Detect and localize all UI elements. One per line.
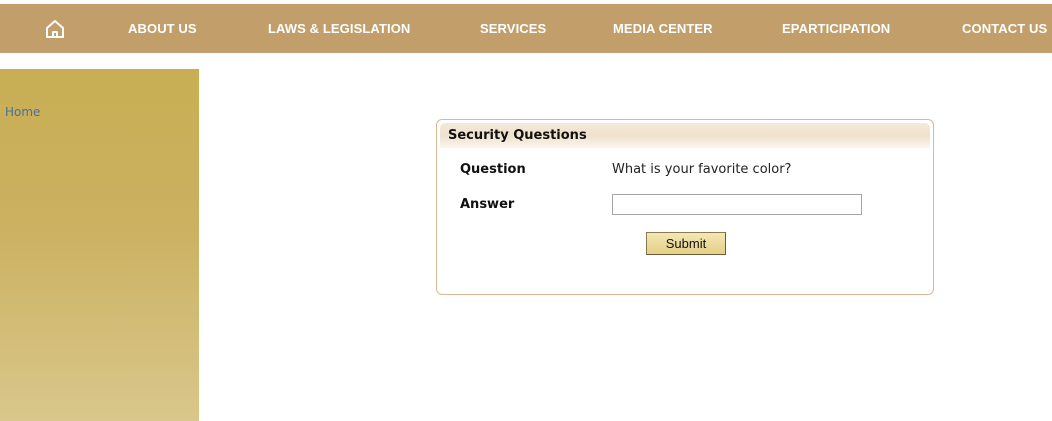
nav-item-contact-us[interactable]: CONTACT US bbox=[962, 21, 1047, 36]
question-label: Question bbox=[460, 162, 526, 177]
sidebar: Home bbox=[0, 69, 199, 421]
home-icon[interactable] bbox=[43, 17, 67, 41]
nav-item-laws-legislation[interactable]: LAWS & LEGISLATION bbox=[268, 21, 410, 36]
nav-item-media-center[interactable]: MEDIA CENTER bbox=[613, 21, 713, 36]
answer-label: Answer bbox=[460, 197, 515, 212]
nav-item-eparticipation[interactable]: EPARTICIPATION bbox=[782, 21, 890, 36]
breadcrumb-home-link[interactable]: Home bbox=[5, 105, 40, 119]
nav-item-services[interactable]: SERVICES bbox=[480, 21, 546, 36]
submit-button[interactable]: Submit bbox=[646, 232, 726, 255]
question-text: What is your favorite color? bbox=[612, 162, 792, 177]
top-navigation-bar: ABOUT US LAWS & LEGISLATION SERVICES MED… bbox=[0, 4, 1052, 53]
nav-item-about-us[interactable]: ABOUT US bbox=[128, 21, 197, 36]
answer-input[interactable] bbox=[612, 194, 862, 215]
panel-header: Security Questions bbox=[440, 123, 930, 148]
panel-title: Security Questions bbox=[448, 128, 587, 143]
security-questions-panel: Security Questions Question What is your… bbox=[436, 119, 934, 295]
